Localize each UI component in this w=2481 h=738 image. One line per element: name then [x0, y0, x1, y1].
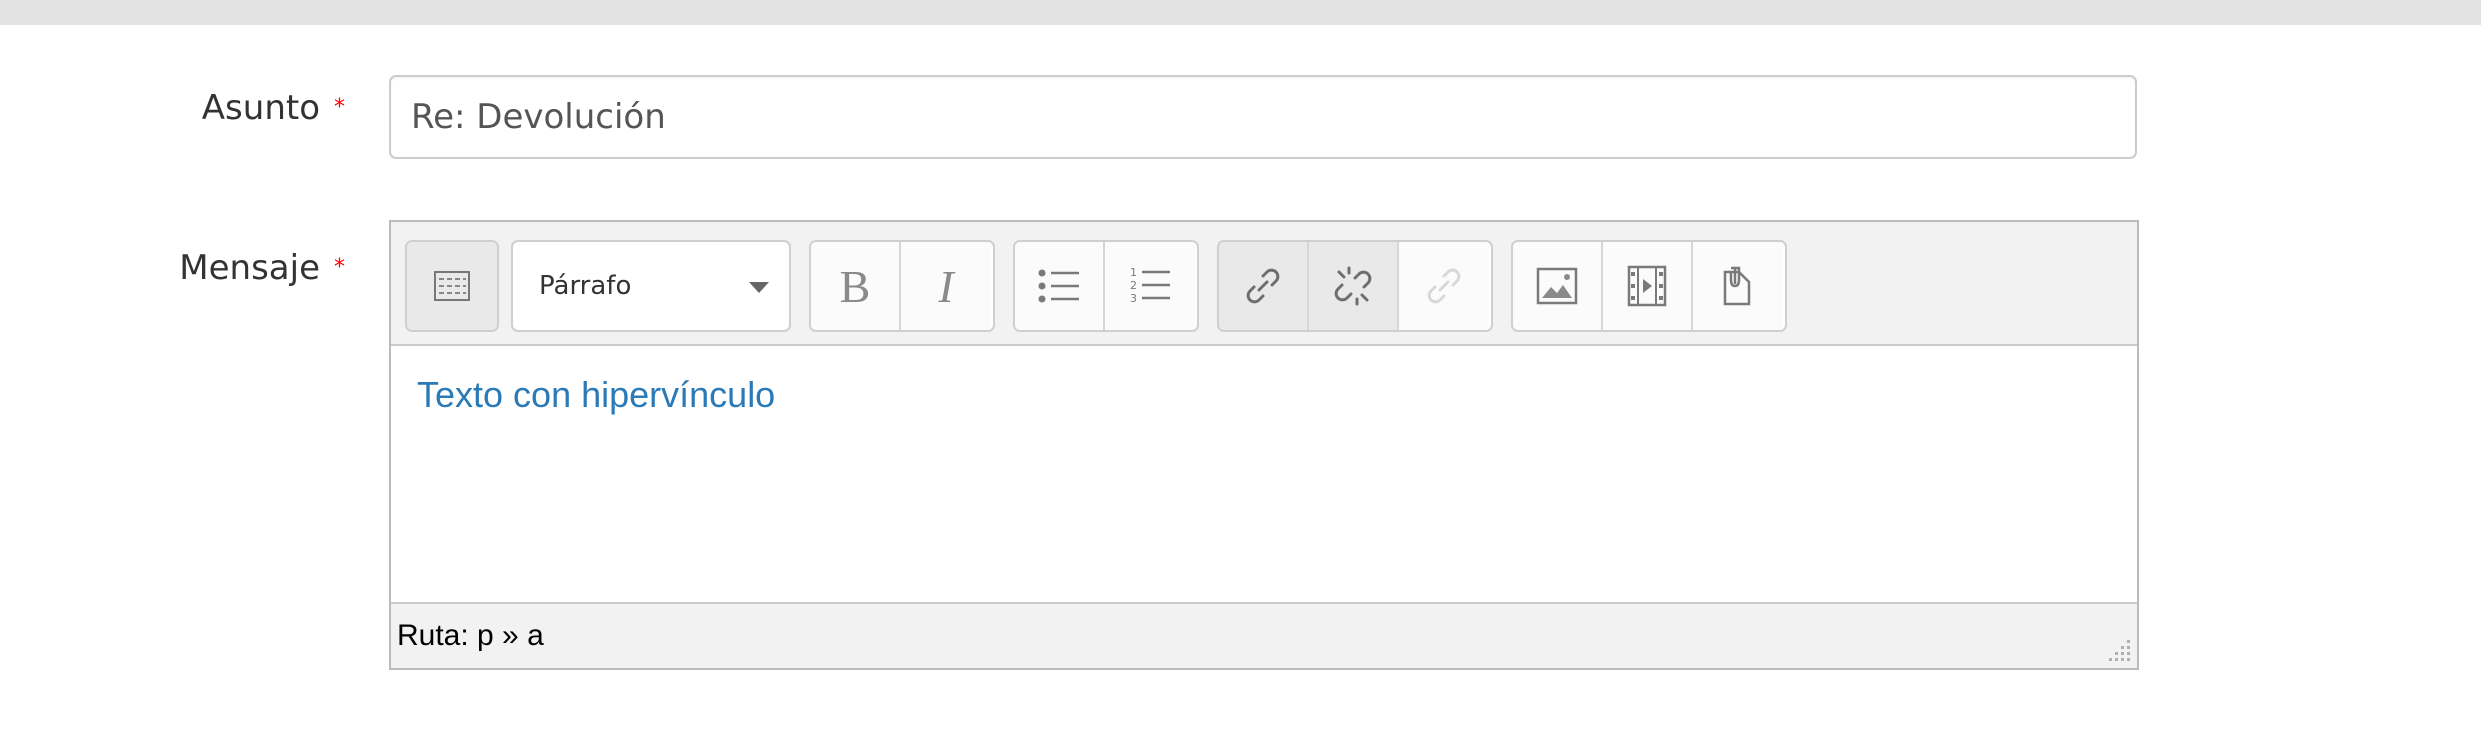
svg-text:1: 1	[1130, 266, 1137, 279]
link-button[interactable]	[1219, 242, 1309, 330]
message-required-mark: *	[334, 255, 345, 280]
media-icon	[1627, 265, 1667, 307]
file-manager-button[interactable]	[1693, 242, 1783, 330]
svg-text:2: 2	[1130, 279, 1137, 292]
subject-label: Asunto *	[202, 88, 345, 128]
link-icon	[1246, 268, 1280, 304]
editor-toolbar: Párrafo B I 1 2 3	[391, 222, 2137, 346]
bullet-list-icon	[1038, 269, 1079, 303]
toolbar-toggle-button[interactable]	[407, 242, 497, 330]
italic-button[interactable]: I	[901, 242, 991, 330]
subject-label-text: Asunto	[201, 88, 320, 128]
editor-content-area[interactable]: Texto con hipervínculo	[391, 346, 2137, 602]
resize-handle-icon[interactable]	[2105, 636, 2133, 664]
top-bar	[0, 0, 2481, 25]
svg-text:3: 3	[1130, 292, 1137, 305]
paragraph-format-value: Párrafo	[539, 271, 632, 301]
image-icon	[1536, 267, 1578, 305]
anchor-link-icon	[1427, 268, 1461, 304]
toolbar-toggle-group	[405, 240, 499, 332]
numbered-list-icon: 123	[1130, 266, 1170, 305]
bold-button[interactable]: B	[811, 242, 901, 330]
italic-icon: I	[937, 264, 956, 308]
toolbar-toggle-icon	[434, 271, 470, 301]
svg-text:B: B	[840, 264, 871, 308]
image-button[interactable]	[1513, 242, 1603, 330]
insert-group	[1511, 240, 1787, 332]
bullet-list-button[interactable]	[1015, 242, 1105, 330]
chevron-down-icon	[749, 282, 769, 293]
bold-icon: B	[840, 264, 871, 308]
subject-input[interactable]: Re: Devolución	[389, 75, 2137, 159]
unlink-button[interactable]	[1309, 242, 1399, 330]
message-editor: Párrafo B I 1 2 3 Texto con hipervínculo…	[389, 220, 2139, 670]
anchor-link-button[interactable]	[1399, 242, 1489, 330]
file-manager-icon	[1723, 266, 1751, 306]
message-label-text: Mensaje	[179, 248, 320, 288]
link-group	[1217, 240, 1493, 332]
subject-required-mark: *	[334, 95, 345, 120]
editor-path-bar: Ruta: p » a	[391, 602, 2137, 668]
unlink-icon	[1334, 266, 1372, 306]
element-path: Ruta: p » a	[397, 619, 544, 652]
media-button[interactable]	[1603, 242, 1693, 330]
numbered-list-button[interactable]: 123	[1105, 242, 1195, 330]
message-label: Mensaje *	[179, 248, 345, 288]
text-style-group: B I	[809, 240, 995, 332]
paragraph-format-select[interactable]: Párrafo	[511, 240, 791, 332]
svg-text:I: I	[937, 264, 956, 308]
hyperlink-text[interactable]: Texto con hipervínculo	[417, 374, 775, 415]
subject-input-value: Re: Devolución	[411, 97, 666, 137]
list-group: 123	[1013, 240, 1199, 332]
